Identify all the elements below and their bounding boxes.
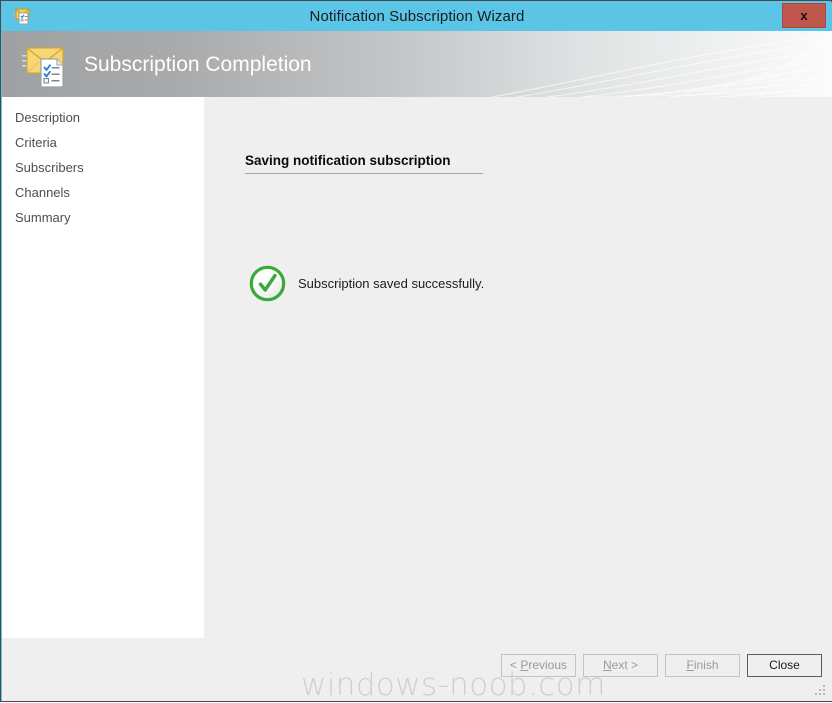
wizard-step-sidebar: Description Criteria Subscribers Channel… (2, 97, 204, 638)
sidebar-item-criteria[interactable]: Criteria (2, 130, 204, 155)
window-title: Notification Subscription Wizard (309, 8, 525, 25)
section-heading: Saving notification subscription (245, 153, 451, 168)
previous-button-label-rest: revious (528, 658, 568, 672)
status-message: Subscription saved successfully. (298, 276, 485, 291)
wizard-footer: < Previous Next > Finish Close (2, 638, 832, 701)
sidebar-item-label: Summary (15, 210, 71, 225)
close-button[interactable]: Close (747, 654, 822, 677)
section-heading-divider (245, 173, 483, 174)
sidebar-item-label: Subscribers (15, 160, 84, 175)
resize-grip-icon[interactable] (814, 684, 827, 697)
close-window-button[interactable]: x (782, 3, 826, 28)
header-mesh-decoration (491, 32, 832, 97)
sidebar-item-label: Criteria (15, 135, 57, 150)
envelope-checklist-icon (20, 39, 72, 91)
sidebar-item-summary[interactable]: Summary (2, 205, 204, 230)
sidebar-item-subscribers[interactable]: Subscribers (2, 155, 204, 180)
status-row: Subscription saved successfully. (249, 265, 484, 302)
title-bar: Notification Subscription Wizard x (2, 2, 832, 31)
wizard-header: Subscription Completion (2, 31, 832, 97)
sidebar-item-label: Description (15, 110, 81, 125)
next-button[interactable]: Next > (583, 654, 658, 677)
green-check-circle-icon (249, 265, 286, 302)
sidebar-item-channels[interactable]: Channels (2, 180, 204, 205)
finish-button-label-rest: inish (693, 658, 719, 672)
wizard-window: Notification Subscription Wizard x Subsc… (0, 0, 832, 703)
sidebar-top-spacer (2, 97, 204, 105)
finish-button[interactable]: Finish (665, 654, 740, 677)
page-title: Subscription Completion (84, 53, 312, 76)
sidebar-item-label: Channels (15, 185, 70, 200)
next-button-label-rest: ext (611, 658, 628, 672)
main-content: Saving notification subscription Subscri… (204, 97, 832, 638)
sidebar-item-description[interactable]: Description (2, 105, 204, 130)
previous-button[interactable]: < Previous (501, 654, 576, 677)
footer-button-group: < Previous Next > Finish Close (501, 654, 822, 677)
